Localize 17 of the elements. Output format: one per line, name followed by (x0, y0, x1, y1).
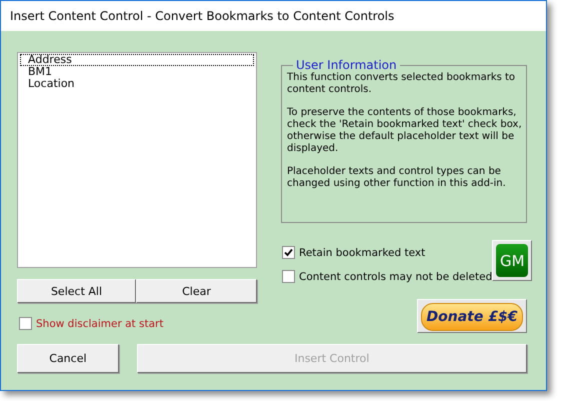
logo-button[interactable]: GM (492, 240, 532, 281)
checkbox-label: Retain bookmarked text (299, 246, 426, 258)
donate-button[interactable]: Donate £$€ (417, 299, 527, 333)
bookmark-list[interactable]: Address BM1 Location (17, 52, 257, 268)
select-all-button[interactable]: Select All (17, 279, 136, 303)
list-item[interactable]: Location (20, 78, 254, 90)
info-text: Placeholder texts and control types can be changed using other function in this add-in. (287, 166, 507, 190)
info-text: To preserve the contents of those bookmarks, check the 'Retain bookmarked text' check box, otherwise the default placeholder text will be displayed. (287, 107, 522, 155)
list-item[interactable]: BM1 (20, 66, 254, 78)
list-item[interactable]: Address (20, 54, 254, 66)
window-title: Insert Content Control - Convert Bookmarks to Content Controls (10, 9, 394, 23)
checkbox-label: Content controls may not be deleted (299, 270, 492, 282)
cancel-button[interactable]: Cancel (17, 344, 119, 373)
info-text: This function converts selected bookmarks to content controls. (287, 72, 516, 96)
group-title: User Information (295, 58, 398, 72)
checkbox-label: Show disclaimer at start (36, 318, 164, 330)
clear-button[interactable]: Clear (136, 279, 257, 303)
